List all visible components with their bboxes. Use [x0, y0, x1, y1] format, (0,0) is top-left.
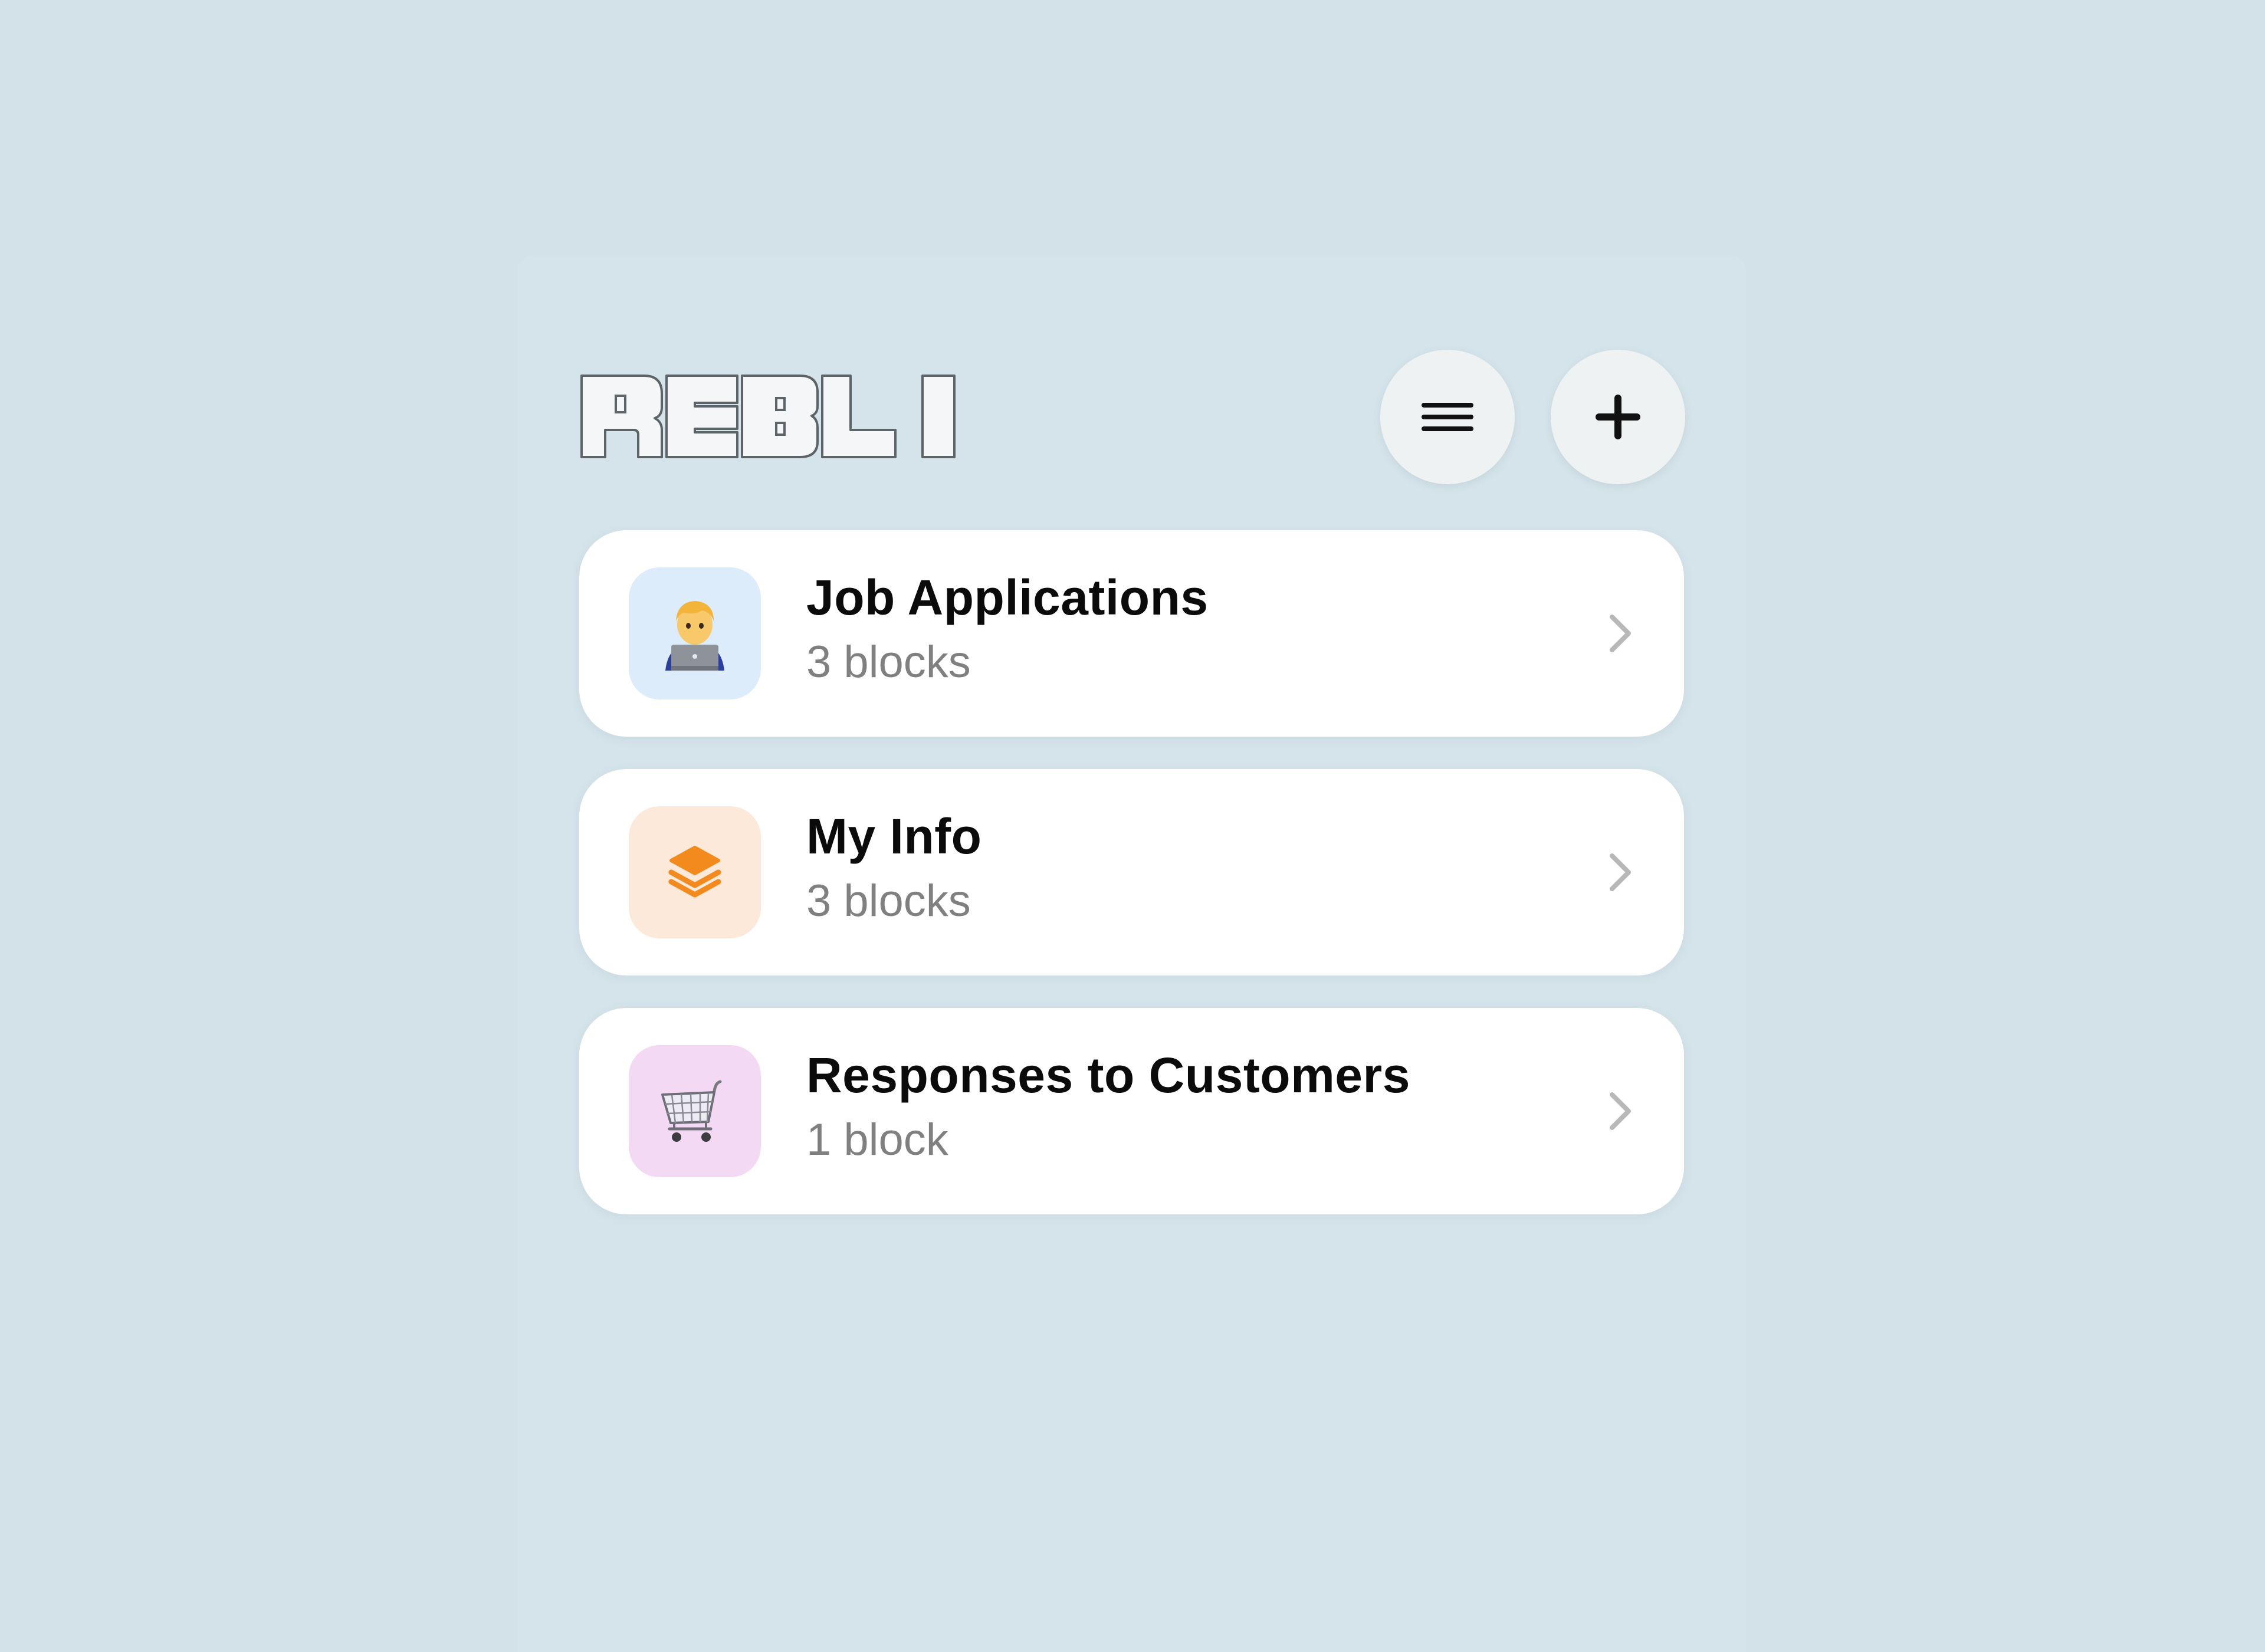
add-button[interactable] — [1551, 350, 1685, 484]
collection-block-count: 3 blocks — [806, 637, 971, 687]
chevron-right-icon — [1610, 1092, 1631, 1130]
shopping-cart-emoji-icon — [661, 1080, 722, 1142]
technologist-emoji-icon — [665, 601, 724, 671]
chevron-right-icon — [1610, 615, 1631, 652]
collection-title: Responses to Customers — [806, 1047, 1410, 1103]
plus-icon — [1596, 395, 1640, 439]
header-bar — [579, 350, 1685, 485]
collection-icon-tile — [629, 1045, 761, 1177]
collection-card-responses-to-customers[interactable]: Responses to Customers 1 block — [579, 1008, 1684, 1214]
chevron-right-icon — [1610, 853, 1631, 891]
hamburger-icon — [1422, 403, 1473, 431]
collection-icon-tile — [629, 806, 761, 938]
collection-title: My Info — [806, 809, 982, 864]
collection-card-job-applications[interactable]: Job Applications 3 blocks — [579, 530, 1684, 737]
app-logo — [579, 373, 957, 459]
collection-block-count: 3 blocks — [806, 876, 971, 926]
menu-button[interactable] — [1380, 350, 1515, 484]
collection-block-count: 1 block — [806, 1115, 948, 1165]
collection-icon-tile — [629, 567, 761, 699]
rebli-logo-icon — [580, 375, 956, 458]
collection-card-my-info[interactable]: My Info 3 blocks — [579, 769, 1684, 976]
layers-stack-icon — [668, 846, 721, 898]
collection-title: Job Applications — [806, 570, 1209, 625]
